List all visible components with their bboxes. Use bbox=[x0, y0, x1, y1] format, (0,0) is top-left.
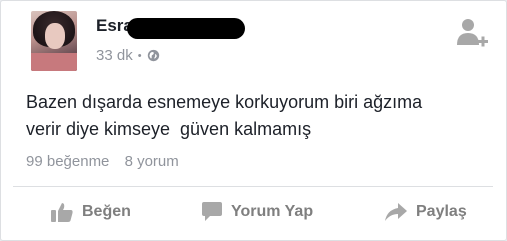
post-card: Esra 33 dk • Bazen dışarda esnemeye kork… bbox=[0, 0, 507, 241]
thumbs-up-icon bbox=[51, 203, 73, 222]
meta-separator: • bbox=[137, 49, 142, 62]
avatar[interactable] bbox=[31, 11, 77, 71]
post-meta: 33 dk • bbox=[96, 47, 160, 64]
add-friend-icon[interactable] bbox=[456, 17, 488, 49]
action-bar: Beğen Yorum Yap Paylaş bbox=[1, 198, 506, 226]
share-arrow-icon bbox=[385, 203, 407, 221]
globe-icon[interactable] bbox=[147, 49, 160, 62]
post-text: Bazen dışarda esnemeye korkuyorum biri a… bbox=[26, 92, 423, 139]
divider bbox=[13, 186, 493, 187]
share-label: Paylaş bbox=[416, 203, 467, 220]
comment-button[interactable]: Yorum Yap bbox=[201, 198, 313, 226]
post-time[interactable]: 33 dk bbox=[96, 47, 133, 64]
avatar-shirt bbox=[31, 53, 77, 71]
like-count[interactable]: 99 beğenme bbox=[26, 153, 109, 170]
redaction-bar bbox=[127, 18, 245, 39]
comment-count[interactable]: 8 yorum bbox=[125, 153, 179, 170]
like-button[interactable]: Beğen bbox=[50, 198, 131, 226]
post-stats: 99 beğenme 8 yorum bbox=[26, 153, 179, 170]
like-label: Beğen bbox=[82, 203, 131, 220]
comment-label: Yorum Yap bbox=[231, 203, 314, 220]
avatar-face bbox=[45, 23, 65, 49]
share-button[interactable]: Paylaş bbox=[384, 198, 467, 226]
comment-icon bbox=[202, 202, 222, 221]
